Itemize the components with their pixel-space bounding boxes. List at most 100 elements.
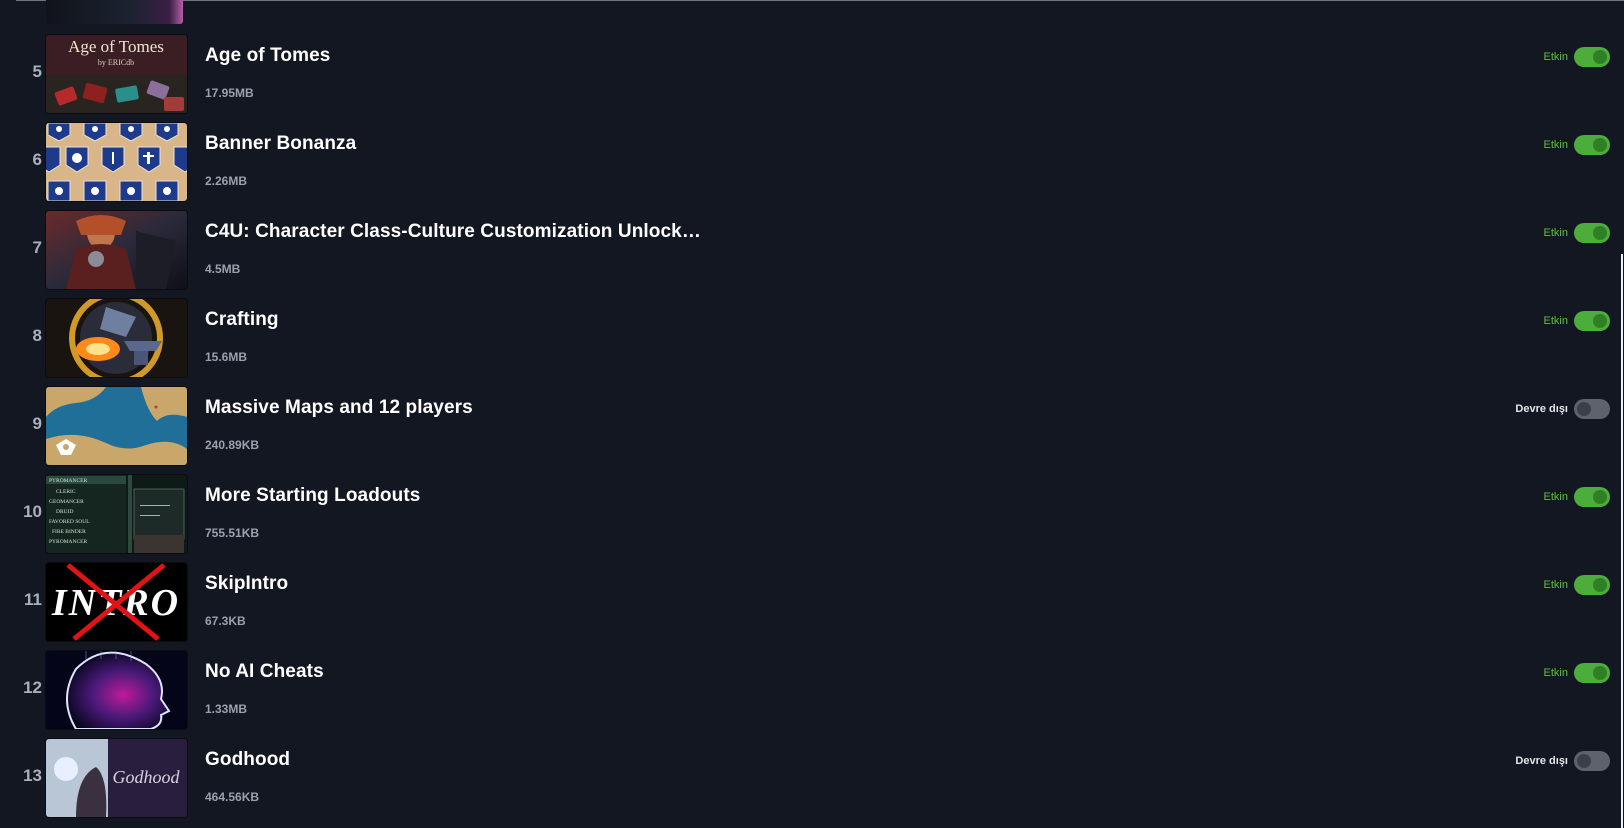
mod-status-label: Etkin — [1543, 315, 1568, 327]
mod-size: 67.3KB — [205, 614, 246, 628]
mod-toggle-group[interactable]: Etkin — [1544, 46, 1610, 68]
c4u-character-thumbnail — [46, 211, 187, 289]
skip-intro-thumbnail: INTRO — [46, 563, 187, 641]
toggle-knob — [1593, 314, 1607, 328]
mod-toggle-switch[interactable] — [1574, 575, 1610, 595]
mod-index: 7 — [32, 238, 42, 257]
toggle-knob — [1593, 666, 1607, 680]
mod-row[interactable]: 8 Crafting 15.6MB Etkin — [0, 296, 1624, 384]
age-of-tomes-thumbnail: Age of Tomes by ERICdb — [46, 35, 187, 113]
mod-row[interactable]: 13 Godhood Godhood 464.56KB Devre dışı — [0, 736, 1624, 824]
mod-row[interactable]: 10 PYROMANCER CLERIC GEOMANCER DRUID FAV… — [0, 472, 1624, 560]
mod-status-label: Etkin — [1543, 51, 1568, 63]
mod-toggle-switch[interactable] — [1574, 47, 1610, 67]
mod-toggle-switch[interactable] — [1574, 399, 1610, 419]
mod-row[interactable]: 7 C4U: Character Class-Culture Customiza… — [0, 208, 1624, 296]
loadout-class-3: GEOMANCER — [49, 499, 84, 505]
mod-thumbnail[interactable] — [46, 123, 187, 201]
mod-title[interactable]: SkipIntro — [205, 573, 288, 595]
mod-toggle-switch[interactable] — [1574, 135, 1610, 155]
mod-toggle-group[interactable]: Etkin — [1544, 662, 1610, 684]
mod-row[interactable]: 11 INTRO SkipIntro 67.3KB Etkin — [0, 560, 1624, 648]
mod-thumbnail[interactable] — [46, 211, 187, 289]
mod-thumbnail[interactable]: INTRO — [46, 563, 187, 641]
mod-row[interactable]: 6 Banner Bonanza 2.26MB Etkin — [0, 120, 1624, 208]
mod-title[interactable]: Banner Bonanza — [205, 133, 356, 155]
mod-title[interactable]: Godhood — [205, 749, 290, 771]
no-ai-cheats-thumbnail — [46, 651, 187, 729]
mod-index: 5 — [32, 62, 42, 81]
thumb-title: Age of Tomes — [68, 37, 164, 56]
loadout-class-2: CLERIC — [56, 489, 76, 495]
toggle-knob — [1593, 50, 1607, 64]
toggle-knob — [1577, 754, 1591, 768]
loadout-class-7: PYROMANCER — [49, 539, 88, 545]
starting-loadouts-thumbnail: PYROMANCER CLERIC GEOMANCER DRUID FAVORE… — [46, 475, 187, 553]
mod-index: 11 — [24, 590, 42, 609]
mod-title[interactable]: Massive Maps and 12 players — [205, 397, 473, 419]
mod-size: 2.26MB — [205, 174, 248, 188]
mod-thumbnail[interactable] — [46, 387, 187, 465]
mod-toggle-group[interactable]: Devre dışı — [1515, 750, 1610, 772]
mod-toggle-switch[interactable] — [1574, 751, 1610, 771]
toggle-knob — [1593, 490, 1607, 504]
mod-row[interactable]: 12 No AI Cheats 1.33MB Etkin — [0, 648, 1624, 736]
mod-index: 13 — [23, 766, 42, 785]
mod-index: 10 — [23, 502, 42, 521]
mod-index: 8 — [32, 326, 42, 345]
mod-toggle-group[interactable]: Etkin — [1544, 486, 1610, 508]
mod-size: 17.95MB — [205, 86, 254, 100]
scrollbar-edge[interactable] — [1621, 254, 1623, 828]
mod-list: 5 Age of Tomes by ERICdb Age of Tomes 17… — [0, 32, 1624, 824]
mod-status-label: Etkin — [1543, 227, 1568, 239]
mod-thumbnail[interactable] — [46, 299, 187, 377]
loadout-class-4: DRUID — [56, 509, 73, 515]
mod-title[interactable]: Crafting — [205, 309, 279, 331]
mod-title[interactable]: Age of Tomes — [205, 45, 330, 67]
mod-size: 464.56KB — [205, 790, 260, 804]
mod-size: 240.89KB — [205, 438, 260, 452]
toggle-knob — [1593, 138, 1607, 152]
mod-thumbnail[interactable]: Age of Tomes by ERICdb — [46, 35, 187, 113]
mod-title[interactable]: More Starting Loadouts — [205, 485, 420, 507]
mod-size: 4.5MB — [205, 262, 241, 276]
mod-toggle-group[interactable]: Etkin — [1544, 134, 1610, 156]
mod-toggle-group[interactable]: Etkin — [1544, 574, 1610, 596]
loadout-class-1: PYROMANCER — [49, 478, 88, 484]
godhood-text: Godhood — [113, 767, 181, 787]
mod-size: 15.6MB — [205, 350, 248, 364]
mod-toggle-switch[interactable] — [1574, 487, 1610, 507]
mod-thumbnail[interactable] — [46, 651, 187, 729]
mod-toggle-group[interactable]: Etkin — [1544, 222, 1610, 244]
mod-toggle-group[interactable]: Etkin — [1544, 310, 1610, 332]
mod-status-label: Etkin — [1543, 491, 1568, 503]
loadout-class-5: FAVORED SOUL — [49, 519, 90, 525]
mod-status-label: Etkin — [1543, 579, 1568, 591]
toggle-knob — [1577, 402, 1591, 416]
top-divider — [16, 0, 1624, 1]
mod-toggle-switch[interactable] — [1574, 223, 1610, 243]
mod-index: 6 — [32, 150, 42, 169]
massive-maps-thumbnail — [46, 387, 187, 465]
mod-index: 9 — [32, 414, 42, 433]
mod-toggle-switch[interactable] — [1574, 663, 1610, 683]
godhood-thumbnail: Godhood — [46, 739, 187, 817]
mod-status-label: Devre dışı — [1515, 403, 1568, 415]
mod-toggle-group[interactable]: Devre dışı — [1515, 398, 1610, 420]
mod-size: 755.51KB — [205, 526, 260, 540]
toggle-knob — [1593, 578, 1607, 592]
mod-thumbnail[interactable]: Godhood — [46, 739, 187, 817]
previous-mod-thumbnail[interactable] — [46, 0, 183, 24]
mod-row[interactable]: 5 Age of Tomes by ERICdb Age of Tomes 17… — [0, 32, 1624, 120]
mod-thumbnail[interactable]: PYROMANCER CLERIC GEOMANCER DRUID FAVORE… — [46, 475, 187, 553]
mod-title[interactable]: C4U: Character Class-Culture Customizati… — [205, 221, 701, 243]
mod-toggle-switch[interactable] — [1574, 311, 1610, 331]
mod-status-label: Devre dışı — [1515, 755, 1568, 767]
mod-size: 1.33MB — [205, 702, 248, 716]
mod-status-label: Etkin — [1543, 139, 1568, 151]
thumb-subtitle: by ERICdb — [98, 58, 134, 67]
mod-row[interactable]: 9 Massive Maps and 12 players 240.89KB D… — [0, 384, 1624, 472]
mod-title[interactable]: No AI Cheats — [205, 661, 324, 683]
crafting-anvil-thumbnail — [46, 299, 187, 377]
mod-status-label: Etkin — [1543, 667, 1568, 679]
